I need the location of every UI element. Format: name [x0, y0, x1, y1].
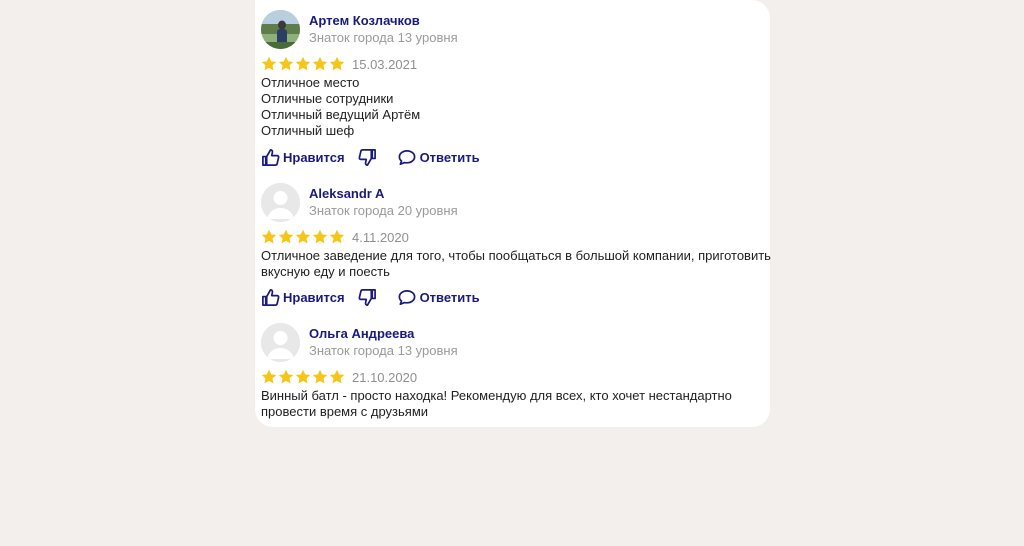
thumbs-down-icon — [358, 288, 376, 306]
reply-button[interactable]: Ответить — [397, 148, 480, 167]
review-text-line: Отличные сотрудники — [261, 91, 394, 106]
rating-row: 4.11.2020 — [261, 229, 409, 245]
author-name[interactable]: Артем Козлачков — [309, 13, 420, 28]
star-icon — [329, 369, 345, 384]
star-rating — [261, 56, 345, 72]
review-actions: Нравится Ответить — [261, 287, 480, 307]
author-name[interactable]: Aleksandr A — [309, 186, 384, 201]
star-icon — [261, 56, 277, 71]
review-text: Винный батл - просто находка! Рекомендую… — [261, 388, 761, 420]
review-text-line: Отличный шеф — [261, 123, 355, 138]
star-icon — [312, 369, 328, 384]
review-text-line: Отличное место — [261, 75, 360, 90]
like-label: Нравится — [283, 149, 345, 165]
review-text-line: Отличное заведение для того, чтобы пообщ… — [261, 248, 771, 263]
thumbs-up-icon — [262, 288, 280, 306]
reviews-card: Артем Козлачков Знаток города 13 уровня … — [255, 0, 771, 427]
author-level: Знаток города 13 уровня — [309, 30, 458, 45]
review-text-line: Отличный ведущий Артём — [261, 107, 421, 122]
like-label: Нравится — [283, 289, 345, 305]
star-rating — [261, 229, 345, 245]
avatar[interactable] — [261, 323, 300, 362]
like-button[interactable]: Нравится — [261, 148, 345, 167]
reply-label: Ответить — [419, 149, 480, 165]
star-icon — [295, 369, 311, 384]
review-date: 21.10.2020 — [352, 369, 418, 385]
star-icon — [312, 229, 328, 244]
author-level: Знаток города 13 уровня — [309, 343, 458, 358]
speech-bubble-icon — [398, 289, 416, 305]
star-icon — [261, 369, 277, 384]
review-text-line: Винный батл - просто находка! Рекомендую… — [261, 388, 732, 403]
star-icon — [312, 56, 328, 71]
review-date: 4.11.2020 — [352, 229, 409, 245]
review-text-line: вкусную еду и поесть — [261, 264, 390, 279]
star-icon — [278, 229, 294, 244]
rating-row: 21.10.2020 — [261, 369, 417, 385]
avatar[interactable] — [261, 183, 300, 222]
speech-bubble-icon — [398, 149, 416, 165]
reply-button[interactable]: Ответить — [397, 288, 480, 307]
author-level: Знаток города 20 уровня — [309, 203, 458, 218]
star-icon — [278, 56, 294, 71]
star-rating — [261, 369, 345, 385]
star-icon — [261, 229, 277, 244]
star-icon — [295, 229, 311, 244]
star-icon — [329, 56, 345, 71]
like-button[interactable]: Нравится — [261, 288, 345, 307]
avatar[interactable] — [261, 10, 300, 49]
review-text-line: провести время с друзьями — [261, 404, 429, 419]
thumbs-up-icon — [262, 148, 280, 166]
author-name[interactable]: Ольга Андреева — [309, 326, 414, 341]
thumbs-down-icon — [358, 148, 376, 166]
dislike-button[interactable] — [358, 288, 377, 307]
star-icon — [295, 56, 311, 71]
rating-row: 15.03.2021 — [261, 56, 417, 72]
review-text: Отличное заведение для того, чтобы пообщ… — [261, 248, 771, 280]
star-icon — [329, 229, 345, 244]
review-text: Отличное место Отличные сотрудники Отлич… — [261, 75, 761, 139]
review-date: 15.03.2021 — [352, 56, 418, 72]
star-icon — [278, 369, 294, 384]
dislike-button[interactable] — [358, 148, 377, 167]
review-actions: Нравится Ответить — [261, 147, 480, 167]
reply-label: Ответить — [419, 289, 480, 305]
